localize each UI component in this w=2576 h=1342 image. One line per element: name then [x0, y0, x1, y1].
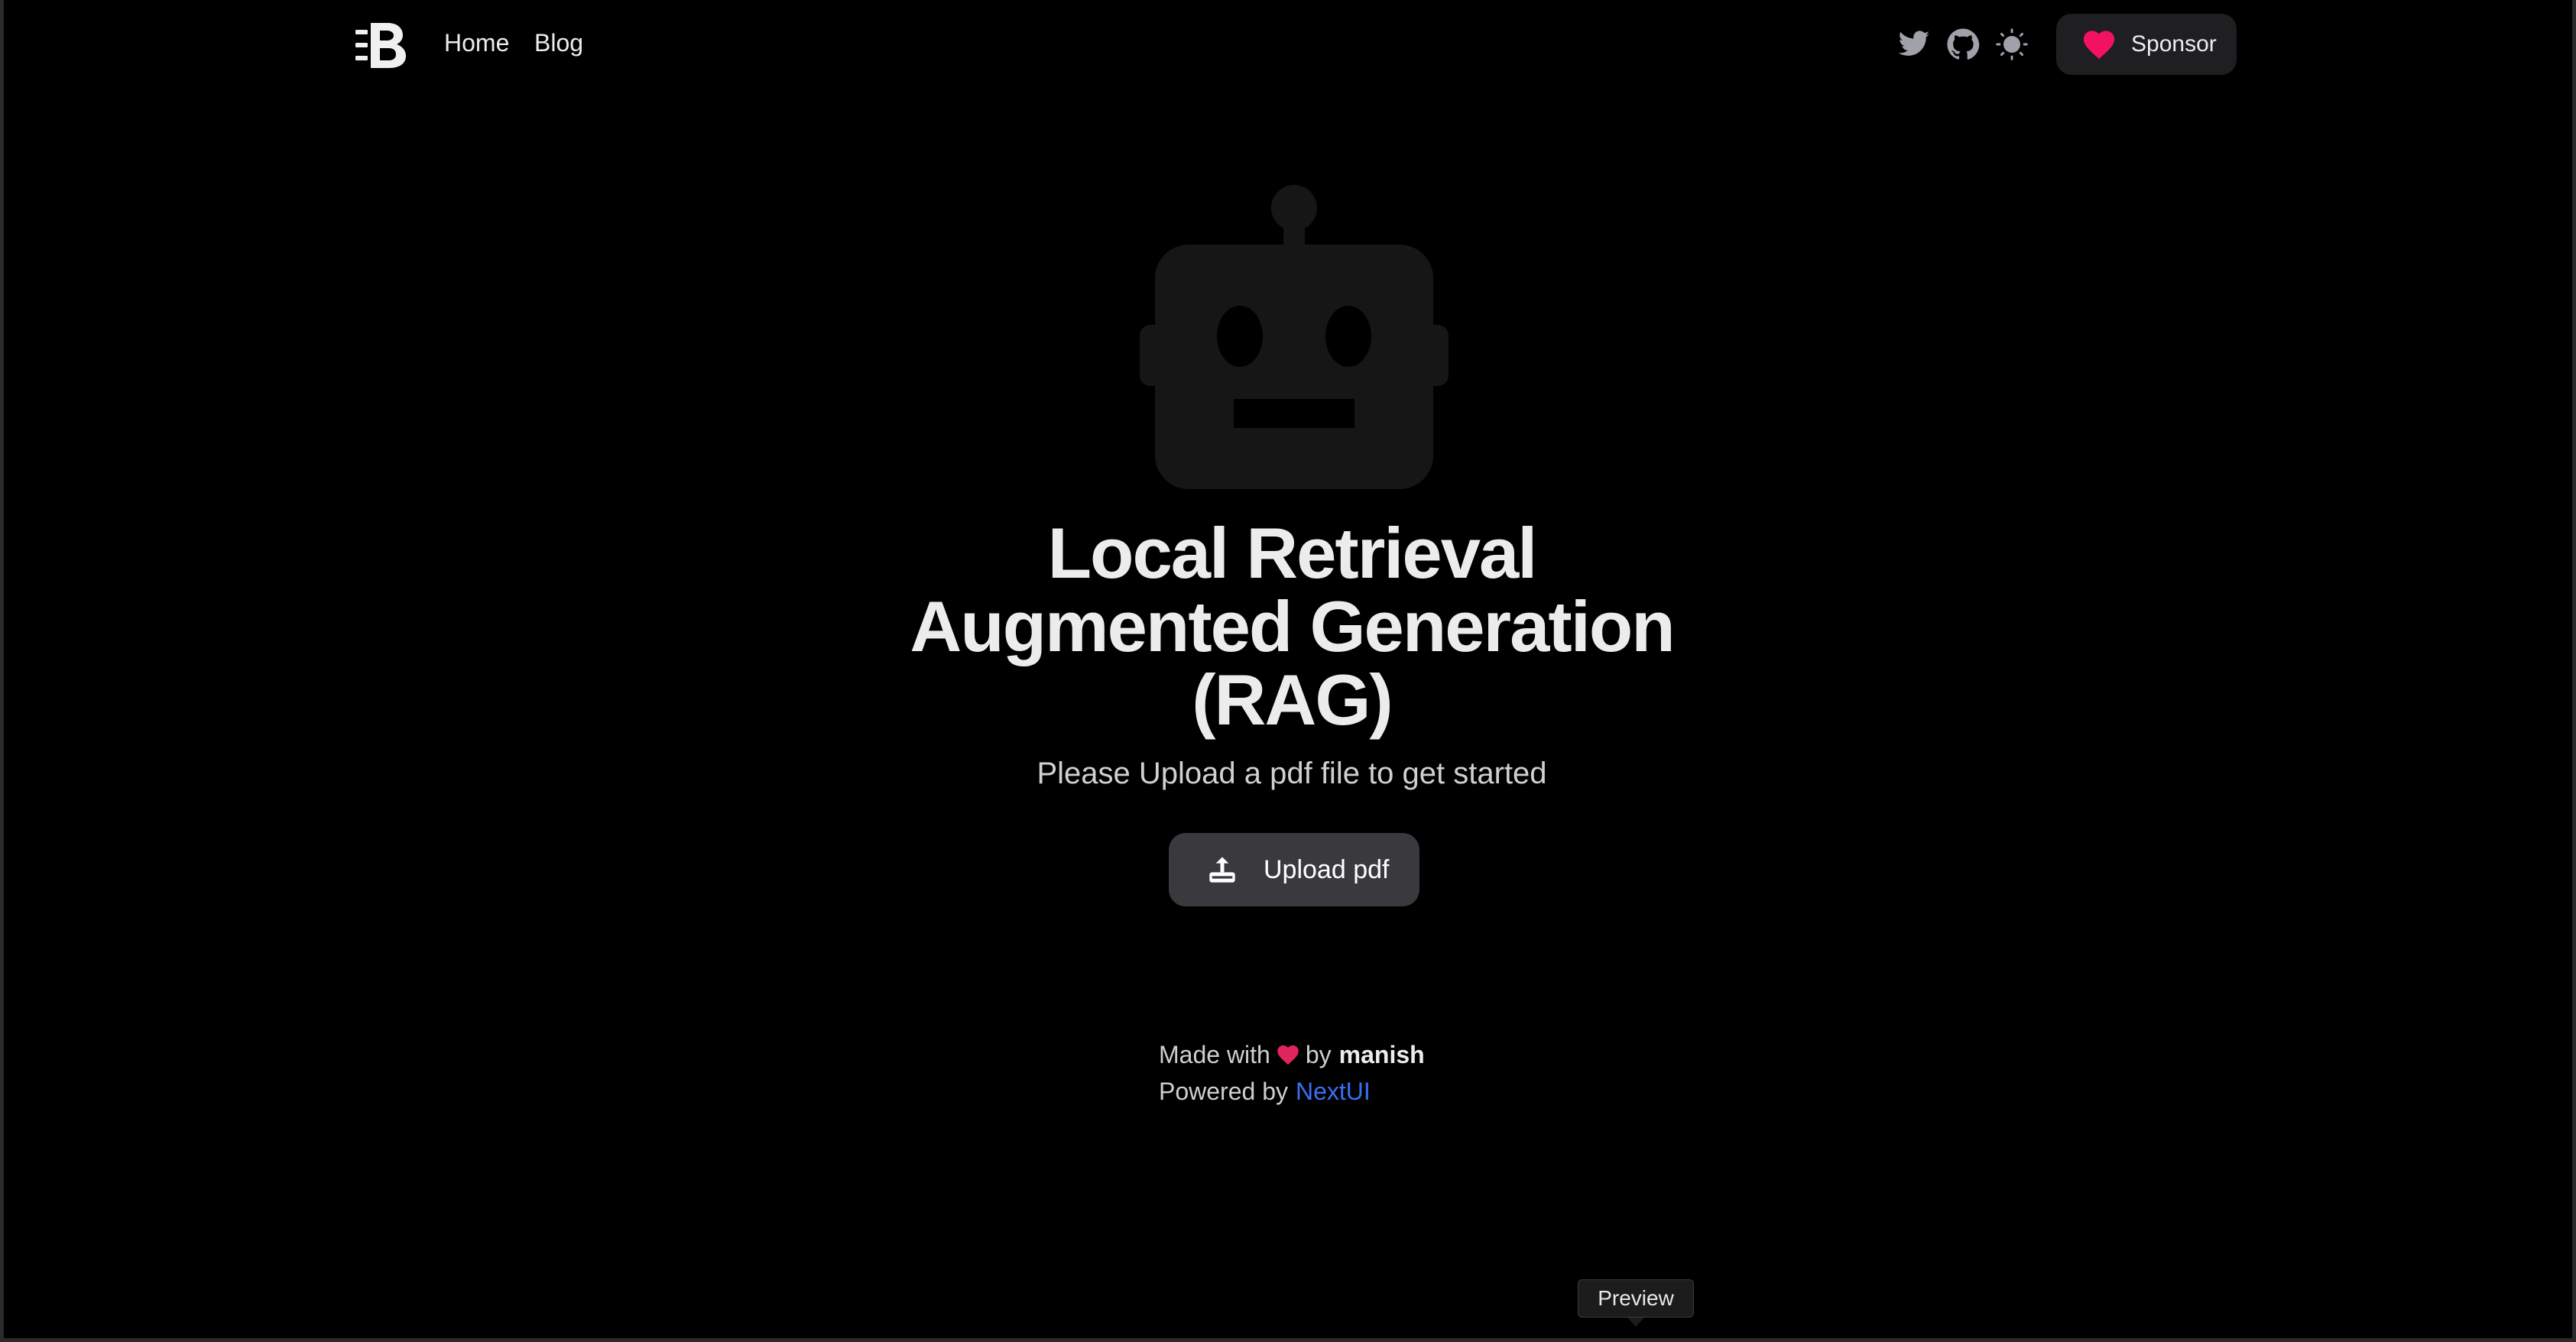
twitter-icon[interactable]: [1897, 28, 1931, 61]
nav-link-blog[interactable]: Blog: [534, 29, 583, 57]
logo-icon[interactable]: [354, 20, 407, 70]
author-name: manish: [1338, 1041, 1425, 1068]
powered-by-text: Powered by: [1159, 1078, 1288, 1105]
heart-icon: [1277, 1045, 1299, 1065]
powered-by-row: Powered by NextUI: [1159, 1073, 1425, 1110]
made-with-row: Made with by manish: [1159, 1036, 1425, 1073]
preview-tooltip: Preview: [1578, 1279, 1694, 1318]
title-line: Augmented Generation: [910, 586, 1675, 666]
tooltip-caret: [1627, 1318, 1644, 1327]
robot-icon: [1140, 185, 1449, 489]
page-subtitle: Please Upload a pdf file to get started: [1037, 757, 1547, 790]
sponsor-label: Sponsor: [2131, 31, 2217, 57]
page-title: Local Retrieval Augmented Generation (RA…: [833, 517, 1750, 737]
heart-icon: [2084, 31, 2114, 60]
github-icon[interactable]: [1946, 28, 1980, 61]
made-with-text: Made with: [1159, 1041, 1270, 1068]
upload-icon: [1209, 857, 1235, 883]
upload-pdf-button[interactable]: Upload pdf: [1169, 833, 1419, 906]
sponsor-button[interactable]: Sponsor: [2056, 14, 2237, 75]
upload-label: Upload pdf: [1264, 854, 1390, 884]
sun-icon[interactable]: [1995, 28, 2029, 61]
by-text: by: [1305, 1041, 1332, 1068]
title-line: Local Retrieval: [1047, 513, 1538, 593]
app-window: Home Blog Sponsor Local Retrieval Augmen…: [0, 0, 2576, 1342]
title-line: (RAG): [1192, 660, 1393, 740]
navbar: Home Blog Sponsor: [4, 0, 2576, 92]
nav-link-home[interactable]: Home: [444, 29, 509, 57]
footer: Made with by manish Powered by NextUI: [1159, 1036, 1425, 1110]
nextui-link[interactable]: NextUI: [1296, 1073, 1371, 1110]
